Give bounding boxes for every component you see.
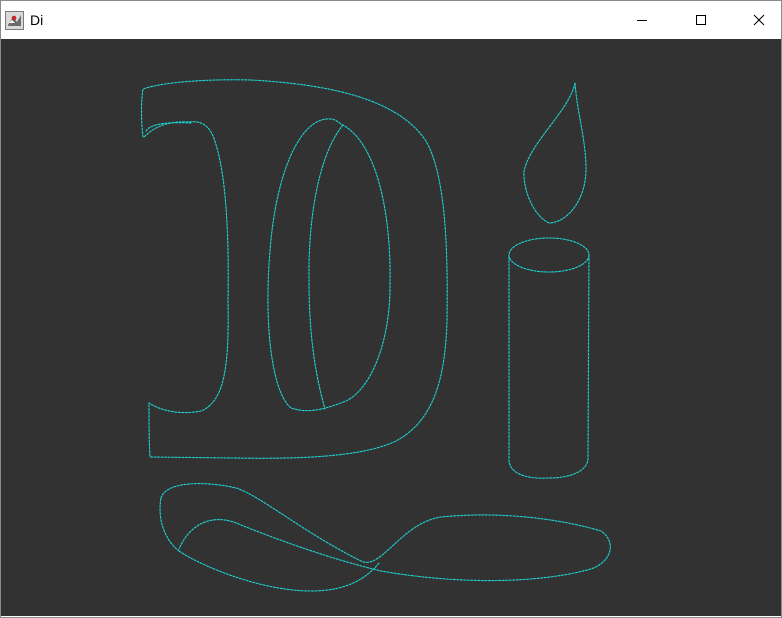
drawing-surface	[140, 79, 611, 592]
figure-eight-loop	[160, 483, 611, 582]
figure-eight-loop-bottom	[178, 550, 380, 592]
candle-flame	[523, 82, 587, 224]
candle-top	[508, 237, 590, 273]
close-icon	[753, 14, 765, 26]
drawing-canvas[interactable]	[1, 39, 781, 616]
letter-d-inner-rim	[308, 124, 344, 410]
figure-eight-loop-lower	[159, 497, 180, 552]
java-app-icon	[5, 11, 24, 30]
app-window: Di	[0, 0, 782, 618]
candle-body	[508, 254, 590, 479]
maximize-button[interactable]	[678, 1, 724, 39]
close-button[interactable]	[736, 1, 782, 39]
window-title: Di	[30, 12, 44, 28]
letter-d-inner-ellipse	[267, 118, 391, 412]
letter-d-outline	[140, 79, 448, 459]
window-bottom-border	[1, 616, 781, 617]
minimize-button[interactable]	[619, 1, 665, 39]
minimize-icon	[637, 20, 647, 21]
maximize-icon	[696, 15, 706, 25]
title-bar[interactable]: Di	[1, 1, 781, 39]
